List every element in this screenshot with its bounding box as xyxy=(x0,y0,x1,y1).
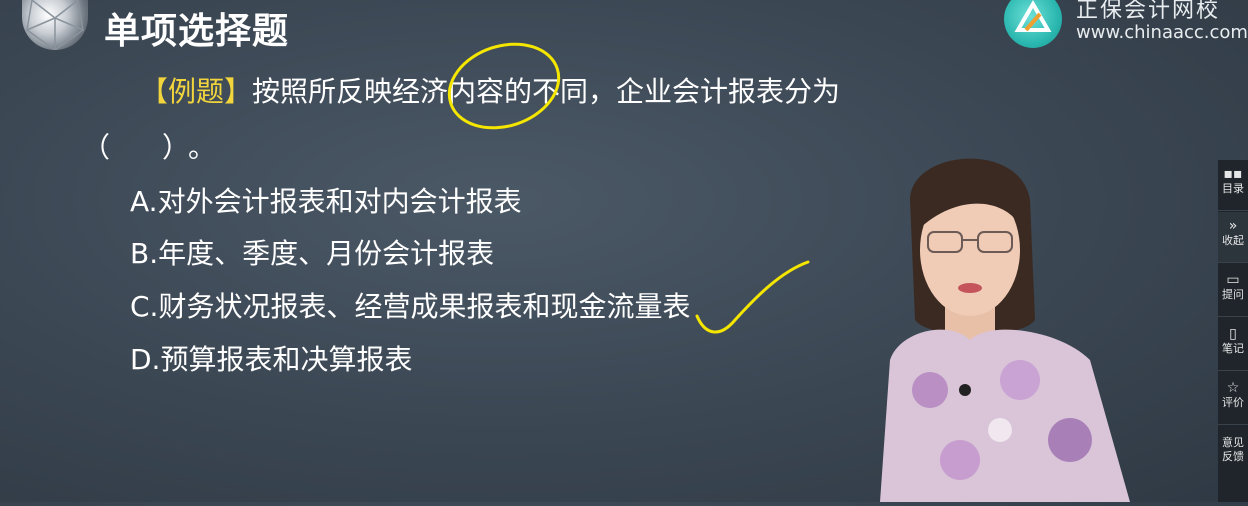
brand-icon xyxy=(1004,0,1062,48)
sidebar-item-catalog[interactable]: ▪▪ 目录 xyxy=(1218,160,1248,211)
right-sidebar: ▪▪ 目录 » 收起 ▭ 提问 ▯ 笔记 ☆ 评价 意见反馈 xyxy=(1218,160,1248,502)
teacher-video xyxy=(870,140,1170,502)
grid-icon: ▪▪ xyxy=(1223,166,1243,182)
page-title: 单项选择题 xyxy=(104,11,290,52)
answer-blank: （ ）。 xyxy=(82,131,229,164)
sidebar-item-ask[interactable]: ▭ 提问 xyxy=(1218,266,1248,317)
school-logo-ball xyxy=(22,0,88,50)
option-b[interactable]: B.年度、季度、月份会计报表 xyxy=(130,232,494,272)
option-a[interactable]: A.对外会计报表和对内会计报表 xyxy=(130,180,522,220)
question-tag: 【例题】 xyxy=(140,75,253,108)
chat-icon: ▭ xyxy=(1226,272,1240,288)
sidebar-label: 笔记 xyxy=(1222,342,1244,355)
question-stem: 【例题】按照所反映经济内容的不同，企业会计报表分为 xyxy=(140,72,840,112)
sidebar-label: 意见反馈 xyxy=(1222,436,1244,463)
option-d[interactable]: D.预算报表和决算报表 xyxy=(130,338,412,378)
sidebar-label: 评价 xyxy=(1222,396,1244,409)
note-icon: ▯ xyxy=(1229,326,1237,342)
sidebar-item-notes[interactable]: ▯ 笔记 xyxy=(1218,320,1248,371)
double-chevron-right-icon: » xyxy=(1228,218,1238,234)
sidebar-item-rate[interactable]: ☆ 评价 xyxy=(1218,374,1248,425)
question-text: 按照所反映经济内容的不同，企业会计报表分为 xyxy=(252,75,841,108)
sidebar-item-feedback[interactable]: 意见反馈 xyxy=(1218,428,1248,488)
sidebar-label: 目录 xyxy=(1222,182,1244,195)
star-icon: ☆ xyxy=(1226,380,1240,396)
sidebar-label: 收起 xyxy=(1222,234,1244,247)
brand-logo: 正保会计网校 www.chinaacc.com xyxy=(1004,0,1248,48)
brand-name: 正保会计网校 xyxy=(1076,0,1221,23)
sidebar-label: 提问 xyxy=(1222,288,1244,301)
option-c[interactable]: C.财务状况报表、经营成果报表和现金流量表 xyxy=(130,285,690,325)
brand-url: www.chinaacc.com xyxy=(1076,22,1248,43)
check-annotation xyxy=(695,260,810,334)
sidebar-item-collapse[interactable]: » 收起 xyxy=(1218,212,1248,263)
